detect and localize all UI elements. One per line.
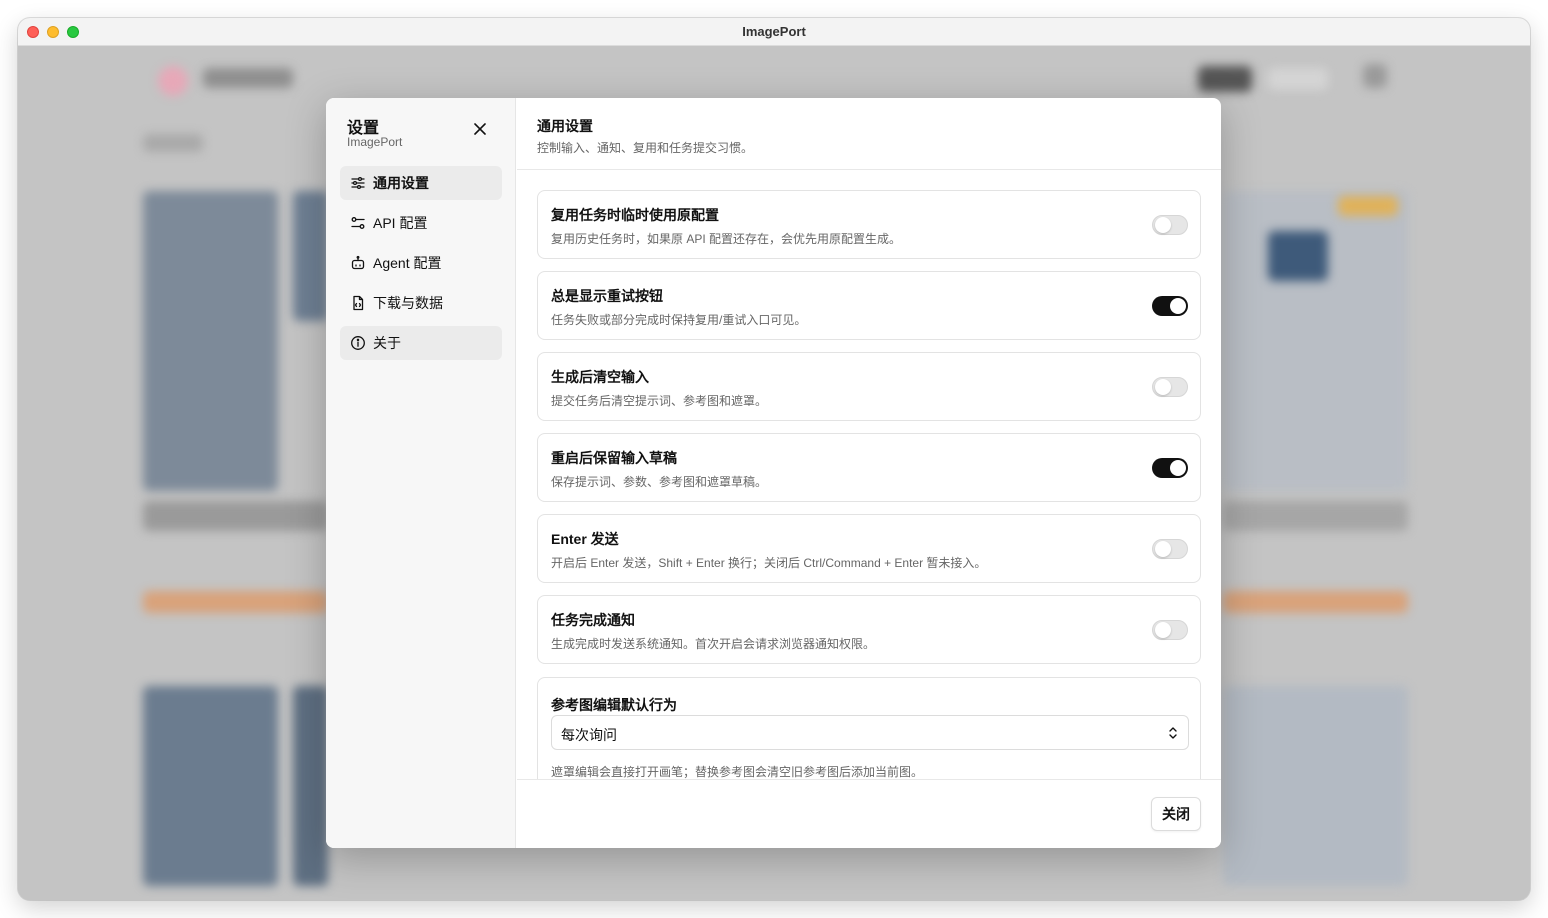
always-show-retry-toggle[interactable] bbox=[1152, 296, 1188, 316]
app-window: ImagePort 设置 ImagePort 通用设置 API 配置 Agent… bbox=[18, 18, 1530, 900]
sidebar-item-api[interactable]: API 配置 bbox=[340, 206, 502, 240]
sidebar-item-download-data[interactable]: 下载与数据 bbox=[340, 286, 502, 320]
sidebar-item-label: 下载与数据 bbox=[373, 295, 443, 311]
setting-card: 复用任务时临时使用原配置 复用历史任务时，如果原 API 配置还存在，会优先用原… bbox=[537, 190, 1201, 259]
section-title: 通用设置 bbox=[537, 118, 593, 134]
settings-sidebar: 设置 ImagePort 通用设置 API 配置 Agent 配置 下载与数据 … bbox=[326, 98, 516, 848]
sidebar-item-label: Agent 配置 bbox=[373, 255, 442, 271]
reuse-original-config-toggle[interactable] bbox=[1152, 215, 1188, 235]
ref-edit-description: 遮罩编辑会直接打开画笔；替换参考图会清空旧参考图后添加当前图。 bbox=[551, 765, 924, 779]
setting-title: 复用任务时临时使用原配置 bbox=[551, 207, 719, 223]
sidebar-item-general[interactable]: 通用设置 bbox=[340, 166, 502, 200]
file-icon bbox=[350, 295, 366, 311]
select-value: 每次询问 bbox=[561, 727, 617, 743]
setting-title: Enter 发送 bbox=[551, 531, 619, 547]
clear-input-after-generate-toggle[interactable] bbox=[1152, 377, 1188, 397]
section-header: 通用设置 控制输入、通知、复用和任务提交习惯。 bbox=[517, 98, 1221, 170]
keep-draft-toggle[interactable] bbox=[1152, 458, 1188, 478]
sidebar-item-label: 通用设置 bbox=[373, 175, 429, 191]
setting-description: 开启后 Enter 发送，Shift + Enter 换行；关闭后 Ctrl/C… bbox=[551, 556, 987, 570]
info-icon bbox=[350, 335, 366, 351]
setting-title: 重启后保留输入草稿 bbox=[551, 450, 677, 466]
ref-edit-label: 参考图编辑默认行为 bbox=[551, 697, 677, 713]
task-complete-notify-toggle[interactable] bbox=[1152, 620, 1188, 640]
setting-card: 总是显示重试按钮 任务失败或部分完成时保持复用/重试入口可见。 bbox=[537, 271, 1201, 340]
setting-card: Enter 发送 开启后 Enter 发送，Shift + Enter 换行；关… bbox=[537, 514, 1201, 583]
setting-card: 参考图编辑默认行为 每次询问 遮罩编辑会直接打开画笔；替换参考图会清空旧参考图后… bbox=[537, 677, 1201, 779]
close-button[interactable]: 关闭 bbox=[1151, 797, 1201, 831]
api-icon bbox=[350, 215, 366, 231]
setting-description: 任务失败或部分完成时保持复用/重试入口可见。 bbox=[551, 313, 807, 327]
settings-list: 复用任务时临时使用原配置 复用历史任务时，如果原 API 配置还存在，会优先用原… bbox=[517, 171, 1221, 779]
sidebar-item-label: 关于 bbox=[373, 335, 401, 351]
setting-description: 生成完成时发送系统通知。首次开启会请求浏览器通知权限。 bbox=[551, 637, 876, 651]
settings-main: 通用设置 控制输入、通知、复用和任务提交习惯。 复用任务时临时使用原配置 复用历… bbox=[517, 98, 1221, 848]
section-description: 控制输入、通知、复用和任务提交习惯。 bbox=[537, 141, 754, 155]
setting-title: 生成后清空输入 bbox=[551, 369, 649, 385]
sidebar-item-agent[interactable]: Agent 配置 bbox=[340, 246, 502, 280]
setting-card: 生成后清空输入 提交任务后清空提示词、参考图和遮罩。 bbox=[537, 352, 1201, 421]
sidebar-item-about[interactable]: 关于 bbox=[340, 326, 502, 360]
title-bar: ImagePort bbox=[18, 18, 1530, 46]
settings-dialog: 设置 ImagePort 通用设置 API 配置 Agent 配置 下载与数据 … bbox=[326, 98, 1221, 848]
settings-subtitle: ImagePort bbox=[347, 135, 403, 149]
close-icon[interactable] bbox=[470, 119, 490, 139]
setting-card: 任务完成通知 生成完成时发送系统通知。首次开启会请求浏览器通知权限。 bbox=[537, 595, 1201, 664]
setting-title: 总是显示重试按钮 bbox=[551, 288, 663, 304]
sliders-icon bbox=[350, 175, 366, 191]
chevron-up-down-icon bbox=[1168, 725, 1178, 741]
ref-edit-select[interactable]: 每次询问 bbox=[551, 715, 1189, 750]
setting-card: 重启后保留输入草稿 保存提示词、参数、参考图和遮罩草稿。 bbox=[537, 433, 1201, 502]
robot-icon bbox=[350, 255, 366, 271]
sidebar-item-label: API 配置 bbox=[373, 215, 428, 231]
setting-description: 保存提示词、参数、参考图和遮罩草稿。 bbox=[551, 475, 768, 489]
dialog-footer: 关闭 bbox=[517, 779, 1221, 848]
setting-description: 提交任务后清空提示词、参考图和遮罩。 bbox=[551, 394, 768, 408]
setting-title: 任务完成通知 bbox=[551, 612, 635, 628]
window-title: ImagePort bbox=[742, 24, 806, 39]
setting-description: 复用历史任务时，如果原 API 配置还存在，会优先用原配置生成。 bbox=[551, 232, 902, 246]
enter-to-send-toggle[interactable] bbox=[1152, 539, 1188, 559]
